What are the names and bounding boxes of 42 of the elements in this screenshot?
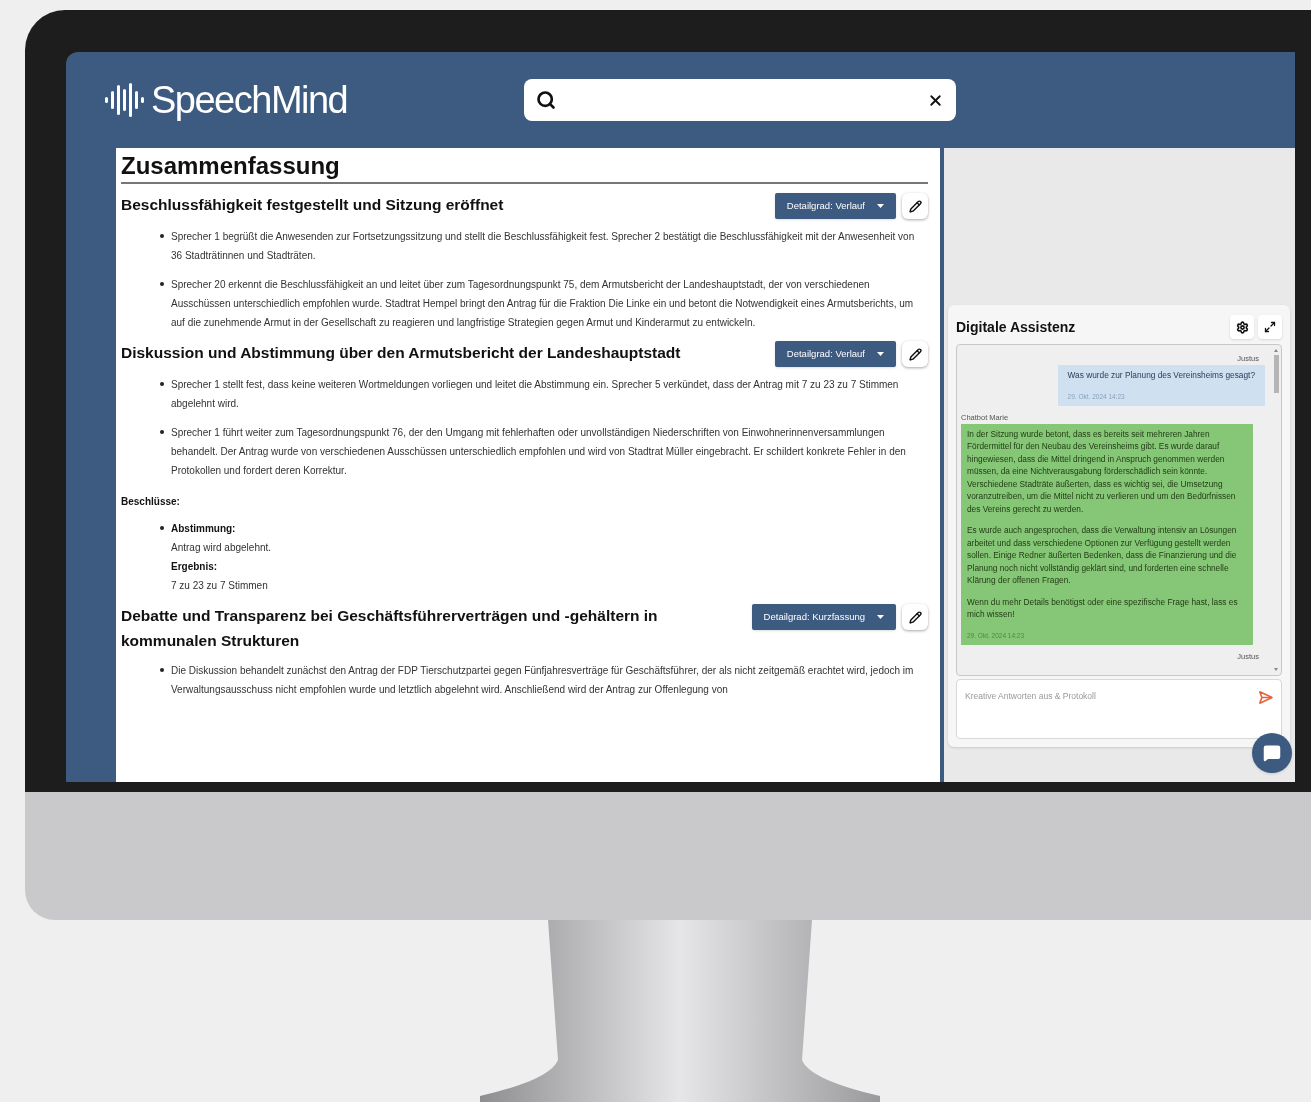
decision-label: Abstimmung: (171, 522, 237, 536)
caret-icon (877, 615, 884, 619)
search-icon (536, 90, 556, 110)
logo-icon (103, 81, 147, 119)
decision-value: 7 zu 23 zu 7 Stimmen (171, 579, 269, 593)
section-heading: Beschlussfähigkeit festgestellt und Sitzung eröffnet (121, 195, 504, 215)
send-icon[interactable] (1258, 690, 1273, 705)
decision-label: Ergebnis: (171, 560, 219, 574)
summary-title: Zusammenfassung (121, 150, 928, 184)
summary-paragraph: Sprecher 1 begrüßt die Anwesenden zur Fortsetzungssitzung und stellt die Beschlussfähigkeit fest. Sprecher 2 bestätigt die Beschlussfähigkeit mit der Anwesenheit von 36 Stadträtinnen und Stadträten. (171, 230, 916, 263)
detail-level-dropdown[interactable]: Detailgrad: Kurzfassung (751, 604, 896, 630)
settings-button[interactable] (1230, 315, 1254, 339)
summary-paragraph: Sprecher 20 erkennt die Beschlussfähigkeit an und leitet über zum Tagesordnungspunkt 75, dem Armutsbericht der Landeshauptstadt, der von verschiedenen Ausschüssen unterschiedlich empfohlen wurde. Stadtrat Hempel bringt den Antrag für die Fraktion Die Linke ein und betont die Notwendigkeit eines Armutsberichts, um auf die zunehmende Armut in der Gesellschaft zu reagieren und langfristige Strategien gegen Armut und Kinderarmut zu entwickeln. (171, 278, 915, 330)
search-field[interactable] (524, 79, 956, 121)
logo-text: SpeechMind (151, 81, 348, 119)
caret-icon (877, 352, 884, 356)
chat-title: Digitale Assistenz (956, 317, 1076, 337)
message-text: Was wurde zur Planung des Vereinsheims gesagt? (1067, 369, 1255, 382)
edit-button[interactable] (902, 604, 928, 630)
message-text: In der Sitzung wurde betont, dass es bereits seit mehreren Jahren Fördermittel für den Neubau des Vereinsheims gibt. Es wurde darauf hingewiesen, dass die Mittel dringend in Anspruch genommen werden müssen, da eine Nichtverausgabung förderschädlich sein könnte. Verschiedene Stadträte äußerten, dass es wichtig sei, die Umsetzung voranzutreiben, um die Mittel nicht zu verlieren und um den Bedürfnissen des Vereins gerecht zu werden. (967, 427, 1237, 515)
settings-icon (1235, 320, 1249, 334)
chat-bubble-button[interactable] (1252, 733, 1292, 773)
section-heading: Diskussion und Abstimmung über den Armutsbericht der Landeshauptstadt (121, 343, 681, 363)
summary-paragraph: Die Diskussion behandelt zunächst den Antrag der FDP Tierschutzpartei gegen Fünfjahresverträge für Geschäftsführer, der als nicht zeitgemäß erachtet wird, jedoch im Verwaltungsausschuss nicht empfohlen wurde und letztlich abgelehnt wird. Anschließend wird der Antrag zur Offenlegung von (171, 664, 915, 697)
message-text: Es wurde auch angesprochen, dass die Verwaltung intensiv an Lösungen arbeitet und dass verschiedene Optionen zur Verfügung gestellt werden sollen. Einige Redner äußerten Bedenken, dass die Finanzierung und die Planung noch nicht vollständig geklärt sind, und forderten eine schnelle Klärung der offenen Fragen. (967, 524, 1238, 587)
pencil-icon (908, 610, 922, 624)
detail-level-dropdown[interactable]: Detailgrad: Verlauf (774, 193, 896, 219)
chat-bubble-icon (1263, 744, 1281, 762)
summary-paragraph: Sprecher 1 führt weiter zum Tagesordnungspunkt 76, der den Umgang mit fehlerhaften oder unvollständigen Niederschriften von Einwohnerinnenversammlungen behandelt. Der Antrag wurde von verschiedenen Ausschüssen unterschiedlich empfohlen und wird von Stadtrat Müller eingebracht. Er schildert konkrete Fehler in den Protokollen und fordert deren Korrektur. (171, 426, 907, 478)
message-text: Wenn du mehr Details benötigst oder eine spezifische Frage hast, lass es mich wissen! (967, 595, 1239, 621)
detail-level-dropdown[interactable]: Detailgrad: Verlauf (774, 341, 896, 367)
expand-button[interactable] (1258, 315, 1282, 339)
edit-button[interactable] (902, 341, 928, 367)
caret-icon (877, 204, 884, 208)
edit-button[interactable] (902, 193, 928, 219)
decision-value: Antrag wird abgelehnt. (171, 541, 272, 555)
pencil-icon (908, 199, 922, 213)
summary-paragraph: Sprecher 1 stellt fest, dass keine weiteren Wortmeldungen vorliegen und leitet die Abstimmung ein. Sprecher 5 verkündet, dass der Antrag mit 7 zu 23 zu 7 Stimmen abgelehnt wird. (171, 378, 900, 411)
decisions-label: Beschlüsse: (121, 495, 181, 509)
pencil-icon (908, 347, 922, 361)
expand-icon (1264, 321, 1276, 333)
section-heading: Debatte und Transparenz bei Geschäftsführerverträgen und -gehältern in kommunalen Strukturen (121, 606, 659, 651)
